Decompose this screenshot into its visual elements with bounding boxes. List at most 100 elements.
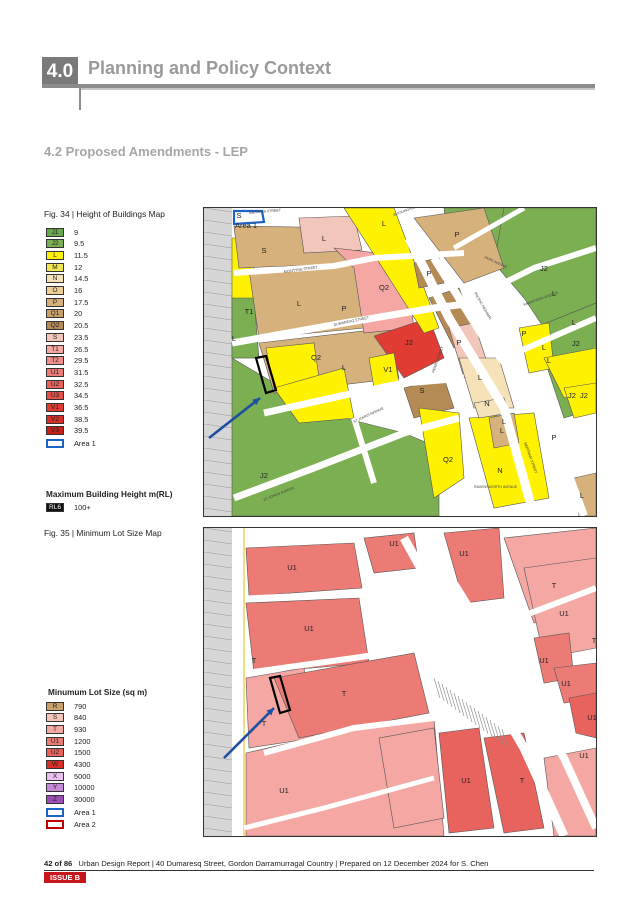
zone-label: T1 (245, 307, 254, 316)
fig35-legend-row: S 840 (46, 713, 86, 723)
section-number-badge: 4.0 (42, 57, 78, 87)
fig35-swatch: W (46, 760, 64, 769)
zone-label: L (478, 373, 482, 382)
zone-label: J2 (405, 338, 413, 347)
fig35-swatch: T (46, 724, 64, 734)
fig34-swatch: N (46, 274, 64, 284)
zone-label: L (297, 299, 301, 308)
fig34-swatch: Q2 (46, 321, 64, 331)
fig34-swatch: V3 (46, 426, 64, 436)
fig35-value: 5000 (74, 771, 91, 781)
zone-label: L (572, 318, 576, 327)
fig34-value: 9.5 (74, 239, 85, 249)
fig34-legend-row: J1 9 (46, 227, 78, 237)
zone-label: P (456, 338, 461, 347)
zone-label: P (426, 269, 431, 278)
zone-label: T (252, 656, 257, 665)
zone-label: L (232, 334, 236, 343)
fig35-legend-row: Y 10000 (46, 783, 95, 793)
fig34-value: 16 (74, 286, 83, 295)
fig34-legend-row: O 16 (46, 286, 82, 296)
fig34-legend-row: Q2 20.5 (46, 321, 88, 331)
zone-label: U1 (304, 624, 314, 633)
zone-label: P (551, 433, 556, 442)
lot-size-heading: Minumum Lot Size (sq m) (48, 688, 148, 697)
fig34-legend-row: N 14.5 (46, 274, 88, 284)
area2-legend-row: Area 2 (46, 819, 96, 829)
gray-zone (204, 528, 232, 836)
height-map-svg: SArea 1 LPSLPQ2T1LPLQ2J2 PL V1SLNQ2NLPLJ2LL… (204, 208, 596, 516)
fig34-swatch: U2 (46, 379, 64, 389)
fig34-swatch: S (46, 332, 64, 342)
fig34-swatch: Q1 (46, 309, 64, 319)
zone-label: S (261, 246, 266, 255)
fig34-legend-row: J2 9.5 (46, 239, 84, 249)
fig34-value: 17.5 (74, 297, 89, 307)
fig35-value: 4300 (74, 760, 91, 769)
fig35-value: 30000 (74, 795, 95, 805)
zone-label: T (262, 719, 267, 728)
fig34-value: 9 (74, 227, 79, 237)
area1-legend-row: Area 1 (46, 807, 96, 817)
fig35-legend-row: U1 1200 (46, 736, 90, 746)
zone-label: V1 (383, 365, 392, 374)
zone-label: L (547, 356, 551, 365)
area1-legend-row-swatch (46, 439, 64, 449)
fig35-swatch: U1 (46, 736, 64, 746)
fig34-value: 20.5 (74, 321, 89, 331)
max-height-heading-text: Maximum Building Height m(RL) (46, 490, 173, 499)
fig34-value: 12 (74, 262, 83, 272)
zone-label: L (382, 219, 386, 228)
fig35-caption: Fig. 35 | Minimum Lot Size Map (44, 528, 162, 538)
fig35-swatch: Y (46, 783, 64, 793)
footer-description: Urban Design Report | 40 Dumaresq Street… (78, 859, 489, 868)
fig34-value: 36.5 (74, 403, 89, 412)
zone-label: P (521, 329, 526, 338)
area2-legend-row-label: Area 2 (74, 819, 96, 829)
rl-value: 100+ (74, 502, 91, 512)
zone-label: N (484, 399, 489, 408)
zone-label: L (580, 491, 584, 500)
zone-label: U1 (587, 713, 596, 722)
fig35-value: 840 (74, 713, 87, 723)
fig34-swatch: T2 (46, 356, 64, 366)
zone-label: Area 1 (235, 221, 257, 230)
fig35-value: 930 (74, 724, 87, 734)
area2-legend-row-swatch (46, 819, 64, 829)
fig34-legend-row: V3 39.5 (46, 426, 88, 436)
area1-legend-row-label: Area 1 (74, 439, 96, 449)
fig34-swatch: J2 (46, 239, 64, 249)
fig34-swatch: L (46, 250, 64, 260)
zone-label: P (341, 304, 346, 313)
fig34-legend-row: U2 32.5 (46, 379, 88, 389)
minimum-lot-size-map: U1 U1 U1 U1 T T U1 T U1 T T U1 U1 U1 U1 T U1 (203, 527, 597, 837)
area1-legend-row-swatch (46, 807, 64, 817)
height-of-buildings-map: S Area 1 L P S L P Q2 T1 L P L Q2 J2 P L V1 S L N Q2 N L P L J2 L L… (203, 207, 597, 517)
zone-label: L (342, 363, 346, 372)
fig34-swatch: M (46, 262, 64, 272)
header-rule-shadow (80, 88, 595, 90)
zone-label: P (454, 230, 459, 239)
zone-label: J2 (540, 264, 548, 273)
section-title: Planning and Policy Context (88, 58, 332, 78)
subsection-title: 4.2 Proposed Amendments - LEP (44, 144, 248, 159)
zone-label: Q2 (379, 283, 389, 292)
fig35-legend-row: R 790 (46, 701, 86, 711)
zone-label: U1 (559, 609, 569, 618)
zone-label: L (502, 417, 506, 426)
fig34-value: 26.5 (74, 344, 89, 354)
fig34-value: 39.5 (74, 426, 89, 436)
fig34-swatch: O (46, 286, 64, 295)
zone-label: N (497, 466, 502, 475)
zone-label: J2 (580, 391, 588, 400)
zone-u1 (245, 542, 363, 597)
zone-label: J2 (572, 339, 580, 348)
zone-label: J2 (568, 391, 576, 400)
footer-rule (44, 870, 594, 871)
fig34-value: 34.5 (74, 391, 89, 401)
fig34-legend-row: Q1 20 (46, 309, 82, 319)
zone-label: L (542, 343, 546, 352)
fig34-legend-row: T2 29.5 (46, 356, 88, 366)
fig34-legend-row: U3 34.5 (46, 391, 88, 401)
fig35-value: 1500 (74, 748, 91, 758)
